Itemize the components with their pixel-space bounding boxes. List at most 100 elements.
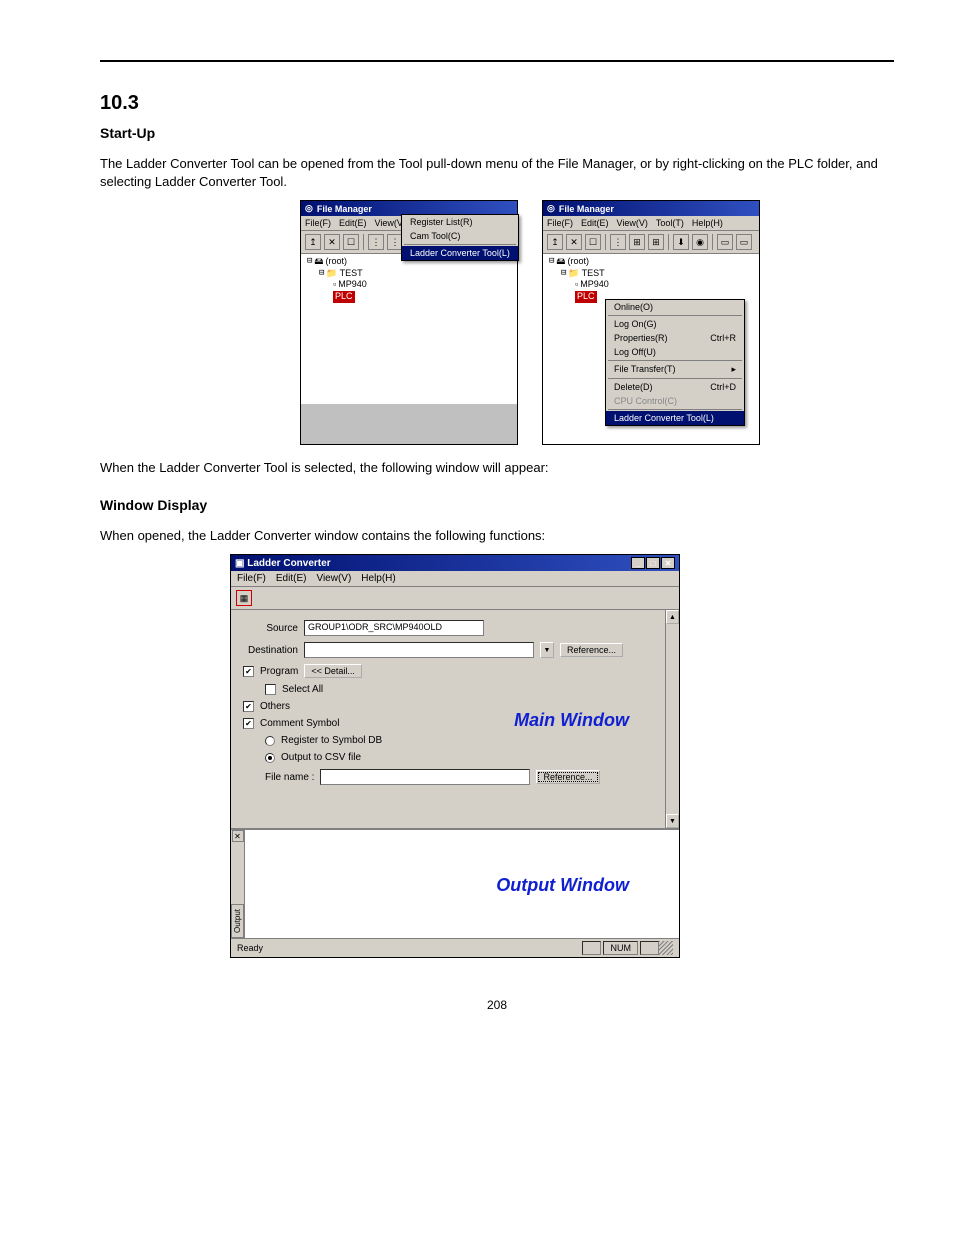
menu-edit[interactable]: Edit(E): [276, 573, 307, 584]
filename-label: File name :: [265, 772, 314, 783]
menubar[interactable]: File(F) Edit(E) View(V) Tool(T) Help(H): [543, 216, 759, 231]
ctx-logon[interactable]: Log On(G): [606, 317, 744, 331]
toolbar-btn-2[interactable]: ✕: [566, 234, 582, 250]
toolbar-btn-10[interactable]: ▭: [736, 234, 752, 250]
app-title: File Manager: [559, 204, 614, 214]
scroll-down-icon[interactable]: ▼: [666, 814, 679, 828]
ctx-logoff[interactable]: Log Off(U): [606, 345, 744, 359]
source-label: Source: [243, 623, 298, 634]
destination-input[interactable]: [304, 642, 534, 658]
menu-ladder-converter[interactable]: Ladder Converter Tool(L): [402, 246, 518, 260]
menu-view[interactable]: View(V): [316, 573, 351, 584]
toolbar-btn-6[interactable]: ⊞: [648, 234, 664, 250]
tree-mp940[interactable]: ▫ MP940: [331, 279, 515, 291]
toolbar-btn-3[interactable]: ☐: [343, 234, 359, 250]
toolbar-btn-8[interactable]: ◉: [692, 234, 708, 250]
intro-text: The Ladder Converter Tool can be opened …: [100, 155, 894, 190]
app-icon: ◎: [547, 203, 555, 214]
section-number: 10.3: [100, 92, 894, 115]
follow-text: When the Ladder Converter Tool is select…: [100, 459, 894, 477]
toolbar-btn-1[interactable]: ↥: [547, 234, 563, 250]
scrollbar-vertical[interactable]: ▲ ▼: [665, 610, 679, 828]
ctx-delete[interactable]: Delete(D)Ctrl+D: [606, 380, 744, 394]
register-symbol-radio[interactable]: [265, 736, 275, 746]
titlebar: ▣ Ladder Converter _ □ ✕: [231, 555, 679, 571]
toolbar-btn-4[interactable]: ⋮: [368, 234, 384, 250]
comment-symbol-label: Comment Symbol: [260, 718, 339, 729]
select-all-checkbox[interactable]: [265, 684, 276, 695]
output-close-icon[interactable]: ✕: [232, 830, 244, 842]
ctx-online[interactable]: Online(O): [606, 300, 744, 314]
section-title-startup: Start-Up: [100, 125, 894, 141]
toolbar-btn-5[interactable]: ⊞: [629, 234, 645, 250]
others-label: Others: [260, 701, 290, 712]
reference-button[interactable]: Reference...: [560, 643, 623, 657]
toolbar-btn-3[interactable]: ☐: [585, 234, 601, 250]
comment-symbol-checkbox[interactable]: ✔: [243, 718, 254, 729]
tree-pane: ⊟ 🖴 (root) ⊟ 📁 TEST ▫ MP940 PLC Online(O…: [543, 254, 759, 444]
context-menu[interactable]: Online(O) Log On(G) Properties(R)Ctrl+R …: [605, 299, 745, 426]
tree-test[interactable]: ⊟ 📁 TEST: [319, 268, 515, 280]
toolbar-btn-2[interactable]: ✕: [324, 234, 340, 250]
program-label: Program: [260, 666, 298, 677]
toolbar-btn-1[interactable]: ↥: [305, 234, 321, 250]
filename-input[interactable]: [320, 769, 530, 785]
menu-view[interactable]: View(V): [617, 218, 648, 228]
menu-edit[interactable]: Edit(E): [581, 218, 609, 228]
ctx-file-transfer[interactable]: File Transfer(T)▸: [606, 362, 744, 377]
main-window-label: Main Window: [514, 710, 629, 731]
menu-edit[interactable]: Edit(E): [339, 218, 367, 228]
ctx-properties[interactable]: Properties(R)Ctrl+R: [606, 331, 744, 345]
minimize-button[interactable]: _: [631, 557, 645, 569]
tool-dropdown[interactable]: Register List(R) Cam Tool(C) Ladder Conv…: [401, 214, 519, 261]
toolbar-btn-7[interactable]: ⬇: [673, 234, 689, 250]
output-tab[interactable]: Output: [231, 904, 244, 938]
section-text-2: When opened, the Ladder Converter window…: [100, 527, 894, 545]
maximize-button[interactable]: □: [646, 557, 660, 569]
file-manager-window-1: ◎ File Manager File(F) Edit(E) View(V) T…: [300, 200, 518, 445]
others-checkbox[interactable]: ✔: [243, 701, 254, 712]
toolbar-convert-icon[interactable]: ▦: [236, 590, 252, 606]
output-panel: ✕ Output Output Window: [231, 828, 679, 938]
destination-dropdown-icon[interactable]: ▼: [540, 642, 554, 658]
output-window-label: Output Window: [496, 875, 629, 896]
app-title: Ladder Converter: [247, 558, 330, 569]
source-input[interactable]: GROUP1\ODR_SRC\MP940OLD: [304, 620, 484, 636]
scroll-up-icon[interactable]: ▲: [666, 610, 679, 624]
app-icon: ◎: [305, 203, 313, 214]
detail-button[interactable]: << Detail...: [304, 664, 362, 678]
menubar[interactable]: File(F) Edit(E) View(V) Help(H): [231, 571, 679, 587]
main-panel: Source GROUP1\ODR_SRC\MP940OLD Destinati…: [231, 610, 679, 828]
close-button[interactable]: ✕: [661, 557, 675, 569]
toolbar: ↥ ✕ ☐ ⋮ ⊞ ⊞ ⬇ ◉ ▭ ▭: [543, 231, 759, 254]
ctx-cpu-control: CPU Control(C): [606, 394, 744, 408]
output-csv-radio[interactable]: [265, 753, 275, 763]
menu-help[interactable]: Help(H): [361, 573, 395, 584]
program-checkbox[interactable]: ✔: [243, 666, 254, 677]
menu-cam-tool[interactable]: Cam Tool(C): [402, 229, 518, 243]
menu-tool[interactable]: Tool(T): [656, 218, 684, 228]
toolbar-btn-9[interactable]: ▭: [717, 234, 733, 250]
output-csv-label: Output to CSV file: [281, 752, 361, 763]
app-title: File Manager: [317, 204, 372, 214]
statusbar: Ready NUM: [231, 938, 679, 957]
tree-mp940[interactable]: ▫ MP940: [573, 279, 757, 291]
menu-register-list[interactable]: Register List(R): [402, 215, 518, 229]
destination-label: Destination: [243, 645, 298, 656]
register-symbol-label: Register to Symbol DB: [281, 735, 382, 746]
status-cell-empty-2: [640, 941, 659, 955]
resize-grip-icon[interactable]: [659, 941, 673, 955]
tree-plc[interactable]: PLC: [331, 291, 515, 303]
menu-file[interactable]: File(F): [305, 218, 331, 228]
ladder-converter-window: ▣ Ladder Converter _ □ ✕ File(F) Edit(E)…: [230, 554, 680, 958]
menu-help[interactable]: Help(H): [692, 218, 723, 228]
menu-file[interactable]: File(F): [237, 573, 266, 584]
tree-root[interactable]: ⊟ 🖴 (root): [549, 256, 757, 268]
titlebar: ◎ File Manager: [543, 201, 759, 216]
toolbar-btn-4[interactable]: ⋮: [610, 234, 626, 250]
menu-file[interactable]: File(F): [547, 218, 573, 228]
ctx-ladder-converter[interactable]: Ladder Converter Tool(L): [606, 411, 744, 425]
status-num: NUM: [603, 941, 638, 955]
reference-button-2[interactable]: Reference...: [536, 770, 599, 784]
tree-test[interactable]: ⊟ 📁 TEST: [561, 268, 757, 280]
